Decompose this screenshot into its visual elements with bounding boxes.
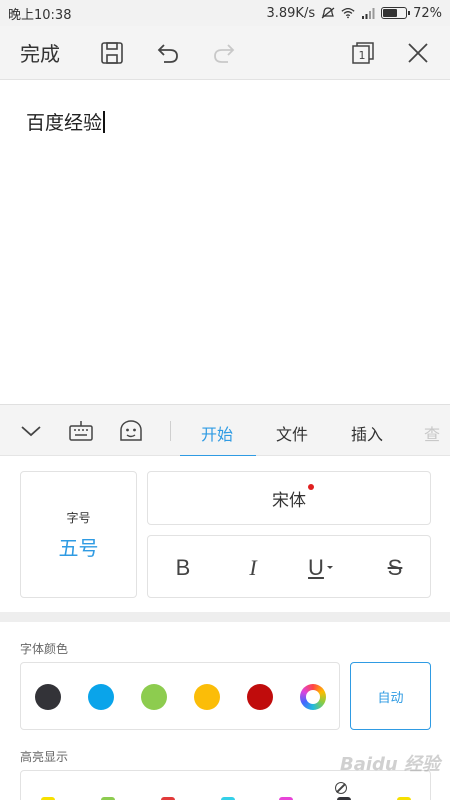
auto-color-button[interactable]: 自动 (350, 662, 431, 730)
mute-icon (321, 7, 335, 19)
color-picker-icon[interactable] (300, 684, 326, 710)
keyboard-icon[interactable] (68, 418, 94, 444)
page-view-icon[interactable]: 1 (349, 39, 377, 67)
status-right: 3.89K/s 72% (266, 6, 442, 21)
underline-dropdown-icon (326, 566, 333, 569)
top-toolbar: 完成 1 (0, 26, 450, 80)
text-style-group: B I U S (147, 535, 431, 598)
font-color-swatches (20, 662, 340, 730)
font-size-value: 五号 (58, 535, 99, 560)
tab-insert[interactable]: 插入 (351, 421, 383, 445)
color-swatch-green[interactable] (141, 684, 167, 710)
strikethrough-button[interactable]: S (380, 554, 410, 582)
wifi-icon (341, 7, 355, 19)
tab-home[interactable]: 开始 (201, 421, 233, 445)
font-size-label: 字号 (66, 510, 91, 525)
redo-icon[interactable] (210, 39, 238, 67)
new-indicator-dot (308, 483, 314, 490)
battery-percent: 72% (413, 5, 442, 21)
collapse-icon[interactable] (18, 418, 44, 444)
font-color-label: 字体颜色 (20, 642, 69, 656)
tab-review-partial[interactable]: 查 (424, 421, 440, 445)
underline-label: U (308, 555, 324, 580)
color-picker-center (306, 690, 320, 704)
save-icon[interactable] (98, 39, 126, 67)
close-icon[interactable] (404, 39, 432, 67)
section-divider (0, 612, 450, 622)
signal-icon (362, 8, 375, 19)
panel-tab-bar: 开始 文件 插入 查 (0, 404, 450, 458)
done-button[interactable]: 完成 (20, 38, 60, 67)
color-swatch-yellow[interactable] (194, 684, 220, 710)
battery-icon (381, 7, 411, 19)
svg-text:1: 1 (359, 49, 366, 62)
document-text-line[interactable]: 百度经验 (26, 108, 106, 135)
font-section: 字号 五号 宋体 B I U S (0, 456, 450, 612)
font-size-button[interactable]: 字号 五号 (20, 471, 137, 598)
color-swatch-blue[interactable] (88, 684, 114, 710)
bold-button[interactable]: B (168, 554, 198, 582)
battery-fill (383, 9, 398, 17)
font-name-value: 宋体 (272, 490, 306, 511)
italic-button[interactable]: I (238, 554, 268, 582)
tab-separator (170, 421, 171, 441)
text-caret (103, 111, 106, 133)
document-area[interactable]: 百度经验 (0, 80, 450, 404)
tab-file[interactable]: 文件 (276, 421, 308, 445)
font-name-button[interactable]: 宋体 (147, 471, 431, 525)
watermark: Baidu 经验 (340, 754, 441, 775)
document-text[interactable]: 百度经验 (26, 112, 102, 134)
no-highlight-icon[interactable] (335, 782, 347, 794)
emoji-icon[interactable] (118, 418, 144, 444)
color-swatch-black[interactable] (35, 684, 61, 710)
color-swatch-red[interactable] (247, 684, 273, 710)
underline-button[interactable]: U (306, 554, 336, 582)
status-time: 晚上10:38 (8, 7, 72, 23)
highlight-label: 高亮显示 (20, 750, 69, 764)
undo-icon[interactable] (154, 39, 182, 67)
font-name-wrap: 宋体 (272, 483, 314, 511)
status-bar: 晚上10:38 3.89K/s 72% (0, 0, 450, 26)
network-speed: 3.89K/s (266, 5, 316, 21)
